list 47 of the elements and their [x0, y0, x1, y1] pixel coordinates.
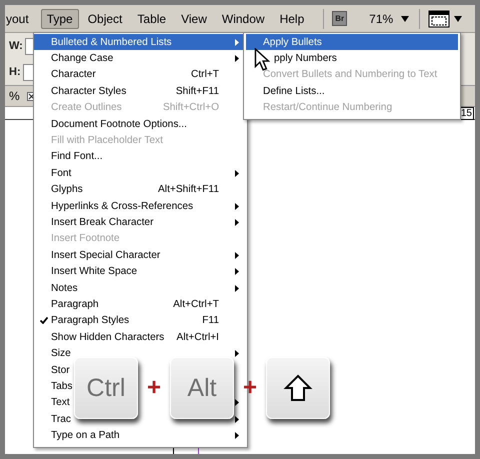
- document-tab[interactable]: %: [5, 89, 24, 103]
- menu-item[interactable]: Trac: [51, 414, 71, 425]
- menu-item[interactable]: Tabs: [51, 380, 73, 392]
- menu-item[interactable]: Object: [82, 8, 128, 28]
- menu-item[interactable]: Table: [131, 8, 172, 28]
- plus-sign: +: [242, 374, 258, 402]
- menu-item[interactable]: Paragraph: [51, 298, 99, 310]
- menu-item[interactable]: Glyphs: [51, 184, 83, 196]
- menu-item[interactable]: Stor: [51, 364, 70, 376]
- menu-item[interactable]: Font: [51, 168, 72, 179]
- shortcut-label: Alt+Ctrl+I: [176, 332, 219, 343]
- shortcut-label: Ctrl+T: [190, 69, 219, 80]
- plus-sign: +: [146, 374, 162, 402]
- height-label: H:: [9, 66, 21, 78]
- menu-item[interactable]: Size: [51, 348, 71, 360]
- menu-item[interactable]: Change Case: [51, 53, 114, 64]
- menu-item[interactable]: Text: [51, 397, 70, 408]
- menu-item[interactable]: Document Footnote Options...: [51, 118, 187, 130]
- menu-item[interactable]: Hyperlinks & Cross-References: [51, 200, 194, 212]
- menu-item[interactable]: Insert Special Character: [51, 250, 160, 261]
- shortcut-label: Alt+Ctrl+T: [172, 298, 219, 310]
- shortcut-label: Shift+F11: [174, 86, 219, 97]
- menu-item[interactable]: Apply Bullets: [246, 34, 458, 50]
- menu-item[interactable]: View: [175, 8, 213, 28]
- menu-item[interactable]: Character: [51, 69, 96, 80]
- menu-item[interactable]: Show Hidden Characters: [51, 332, 164, 343]
- menu-item[interactable]: Find Font...: [51, 151, 103, 162]
- menu-item[interactable]: Define Lists...: [246, 83, 458, 100]
- menu-item[interactable]: Type on a Path: [51, 430, 120, 442]
- menu-item[interactable]: Help: [274, 8, 310, 28]
- menu-item[interactable]: yout: [5, 8, 35, 28]
- menu-item[interactable]: Window: [216, 8, 271, 28]
- zoom-level[interactable]: 71%: [369, 12, 394, 26]
- menu-item[interactable]: Insert White Space: [51, 266, 138, 278]
- shortcut-label: F11: [201, 315, 219, 326]
- width-label: W:: [9, 40, 23, 52]
- menu-item[interactable]: pply Numbers: [246, 50, 458, 67]
- menu-item[interactable]: Insert Break Character: [51, 216, 154, 228]
- bridge-button[interactable]: Br: [332, 11, 348, 26]
- menu-item[interactable]: Character Styles: [51, 86, 126, 97]
- menu-item[interactable]: Paragraph Styles: [51, 315, 130, 326]
- shortcut-label: Alt+Shift+F11: [157, 184, 219, 196]
- menu-item[interactable]: Notes: [51, 282, 78, 294]
- key-cap: Alt: [170, 357, 234, 419]
- key-cap: Ctrl: [74, 357, 138, 419]
- menu-item[interactable]: Type: [40, 8, 79, 28]
- shortcut-label: Shift+Ctrl+O: [162, 102, 219, 114]
